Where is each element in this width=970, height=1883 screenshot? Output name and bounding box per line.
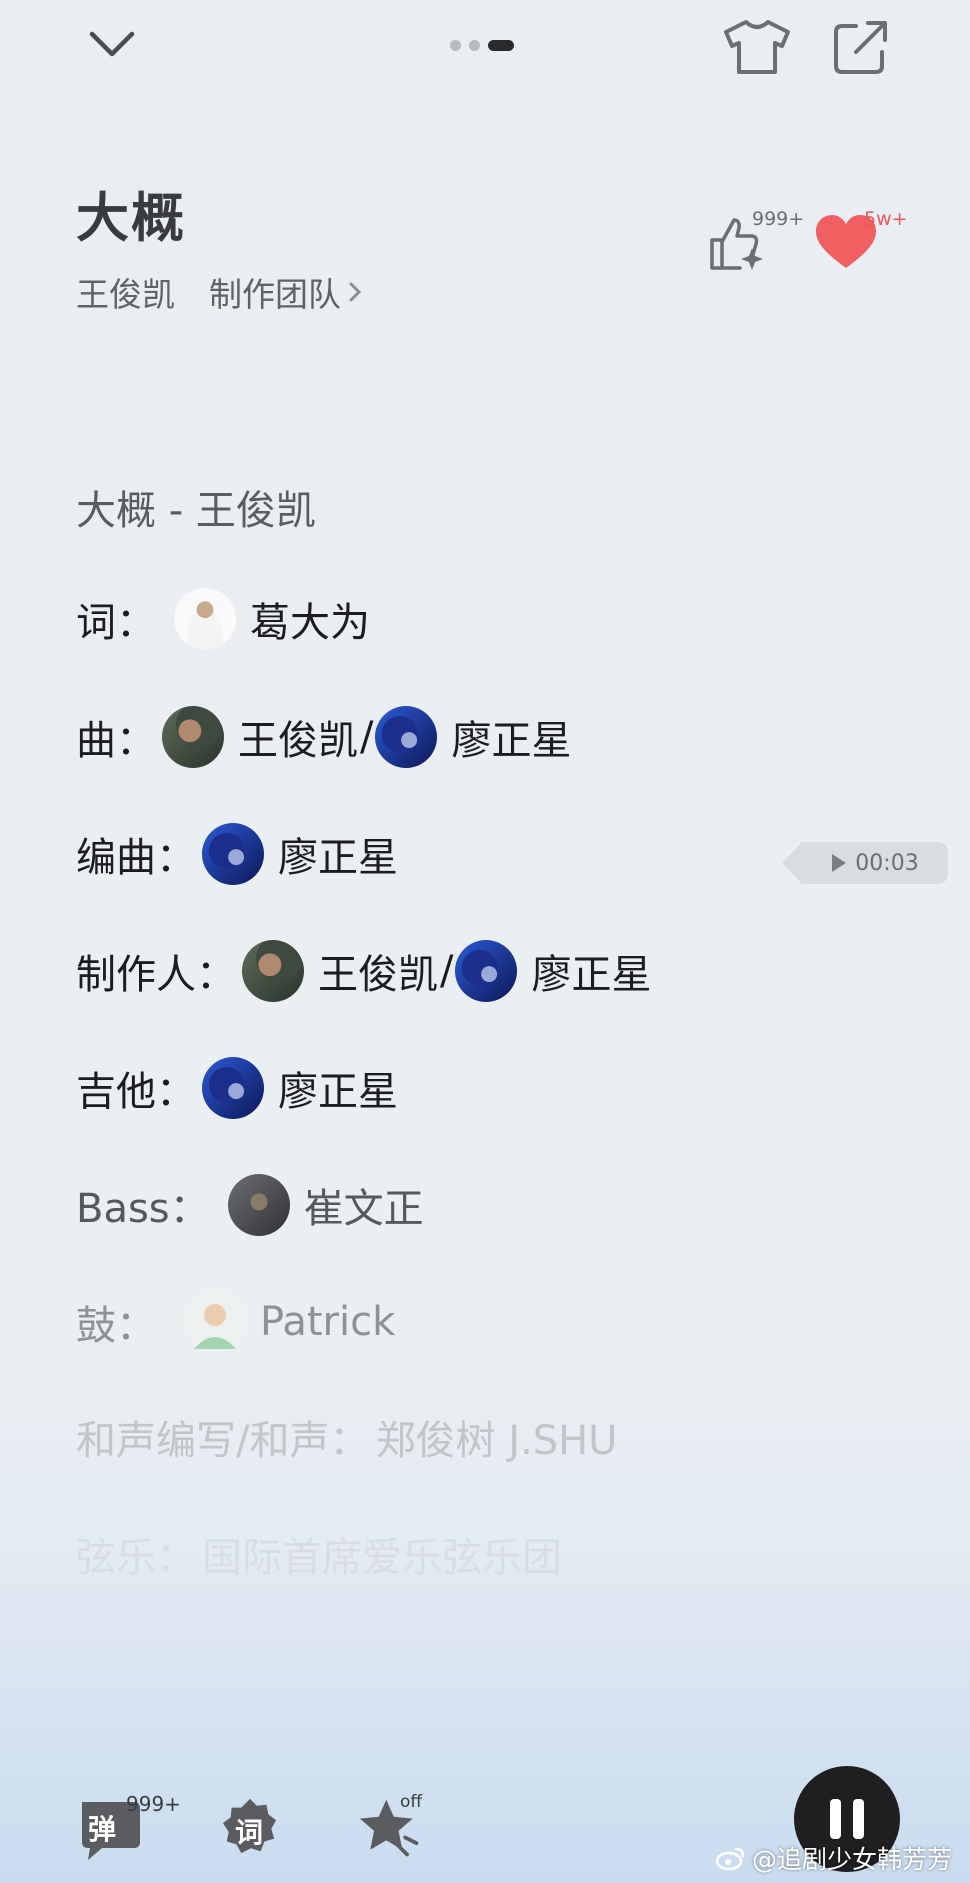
page-dot [469, 40, 480, 51]
credit-name[interactable]: 葛大为 [250, 590, 370, 648]
credit-harmony: 和声编写/和声： 郑俊树 J.SHU [76, 1408, 617, 1466]
credit-arranger: 编曲： 廖正星 [76, 823, 398, 885]
name-separator: / [360, 714, 374, 760]
like-count: 999+ [752, 208, 805, 230]
credit-name[interactable]: 崔文正 [304, 1176, 424, 1234]
chevron-down-icon[interactable] [86, 24, 138, 64]
credit-role: 弦乐： [76, 1535, 196, 1581]
avatar[interactable] [202, 823, 264, 885]
credit-name[interactable]: 王俊凯 [238, 708, 358, 766]
credit-drums: 鼓： Patrick [76, 1291, 395, 1353]
credit-producer: 制作人： 王俊凯 / 廖正星 [76, 940, 651, 1002]
credit-composer: 曲： 王俊凯 / 廖正星 [76, 706, 571, 768]
credit-role: Bass： [76, 1186, 210, 1232]
song-subtitle: 王俊凯 制作团队 [76, 268, 363, 316]
name-separator: / [440, 948, 454, 994]
page-dot [450, 40, 461, 51]
credit-name[interactable]: 王俊凯 [318, 942, 438, 1000]
credit-lyricist: 词： 葛大为 [76, 588, 370, 650]
credit-name[interactable]: Patrick [260, 1299, 395, 1345]
credit-name[interactable]: 廖正星 [278, 825, 398, 883]
credit-name[interactable]: 廖正星 [531, 942, 651, 1000]
avatar[interactable] [455, 940, 518, 1002]
avatar[interactable] [162, 706, 224, 768]
song-title: 大概 [76, 188, 186, 249]
credit-role: 和声编写/和声： [76, 1418, 370, 1464]
tshirt-icon[interactable] [722, 18, 792, 76]
danmaku-label: 弹 [88, 1813, 117, 1846]
page-indicator [450, 40, 514, 51]
credit-role: 吉他： [76, 1069, 196, 1115]
credit-role: 曲： [76, 718, 156, 764]
avatar[interactable] [202, 1057, 264, 1119]
avatar[interactable] [375, 706, 438, 768]
pause-bar [830, 1799, 841, 1839]
play-icon [832, 854, 847, 872]
avatar[interactable] [227, 1174, 290, 1236]
favorite-count: 5w+ [864, 208, 908, 230]
credit-role: 鼓： [76, 1303, 156, 1349]
credit-name[interactable]: 廖正星 [451, 708, 571, 766]
credits-title: 大概 - 王俊凯 [76, 488, 316, 534]
team-link[interactable]: 制作团队 [209, 268, 363, 316]
credit-strings: 弦乐： 国际首席爱乐弦乐团 [76, 1525, 562, 1583]
lyrics-label: 词 [235, 1816, 264, 1849]
page-dot-active [488, 40, 514, 51]
credit-role: 编曲： [76, 835, 196, 881]
effect-badge: off [400, 1792, 423, 1812]
seek-time: 00:03 [855, 850, 919, 876]
watermark-text: @追剧少女韩芳芳 [752, 1845, 953, 1874]
default-avatar-icon[interactable] [184, 1291, 246, 1353]
artist-name[interactable]: 王俊凯 [76, 268, 175, 316]
credit-name[interactable]: 国际首席爱乐弦乐团 [202, 1525, 562, 1583]
danmaku-count: 999+ [126, 1792, 181, 1816]
credit-role: 词： [76, 600, 156, 646]
watermark: @追剧少女韩芳芳 [716, 1840, 952, 1876]
credit-role: 制作人： [76, 952, 236, 998]
team-link-label: 制作团队 [209, 275, 341, 314]
credit-guitar: 吉他： 廖正星 [76, 1057, 398, 1119]
seek-time-badge[interactable]: 00:03 [782, 842, 948, 884]
avatar[interactable] [174, 588, 236, 650]
credit-name[interactable]: 郑俊树 J.SHU [375, 1408, 617, 1466]
weibo-icon [716, 1847, 745, 1871]
credit-bass: Bass： 崔文正 [76, 1174, 424, 1236]
lyrics-button[interactable]: 词 [220, 1796, 280, 1862]
avatar[interactable] [242, 940, 304, 1002]
share-icon[interactable] [830, 18, 890, 76]
pause-bar [853, 1799, 864, 1839]
chevron-right-icon [349, 282, 362, 302]
credit-name[interactable]: 廖正星 [278, 1059, 398, 1117]
